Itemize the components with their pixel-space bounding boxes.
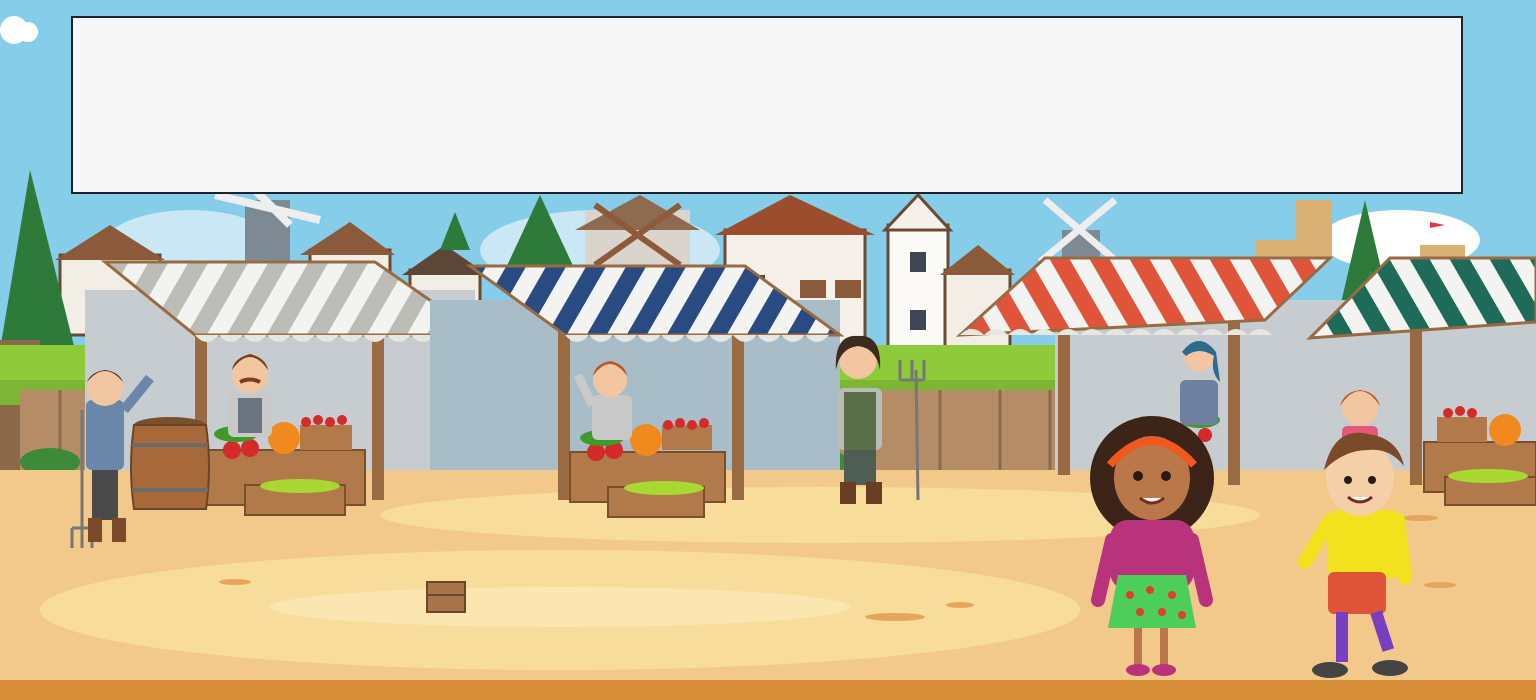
woman-vendor (1180, 341, 1220, 425)
dialog-box (71, 16, 1463, 194)
small-wooden-crate-hotspot[interactable] (424, 578, 470, 616)
girl-with-headband-hotspot[interactable] (1088, 415, 1218, 677)
boy-in-yellow-shirt-hotspot[interactable] (1296, 430, 1416, 682)
mustached-vendor (228, 354, 272, 437)
wooden-barrel (130, 417, 210, 510)
